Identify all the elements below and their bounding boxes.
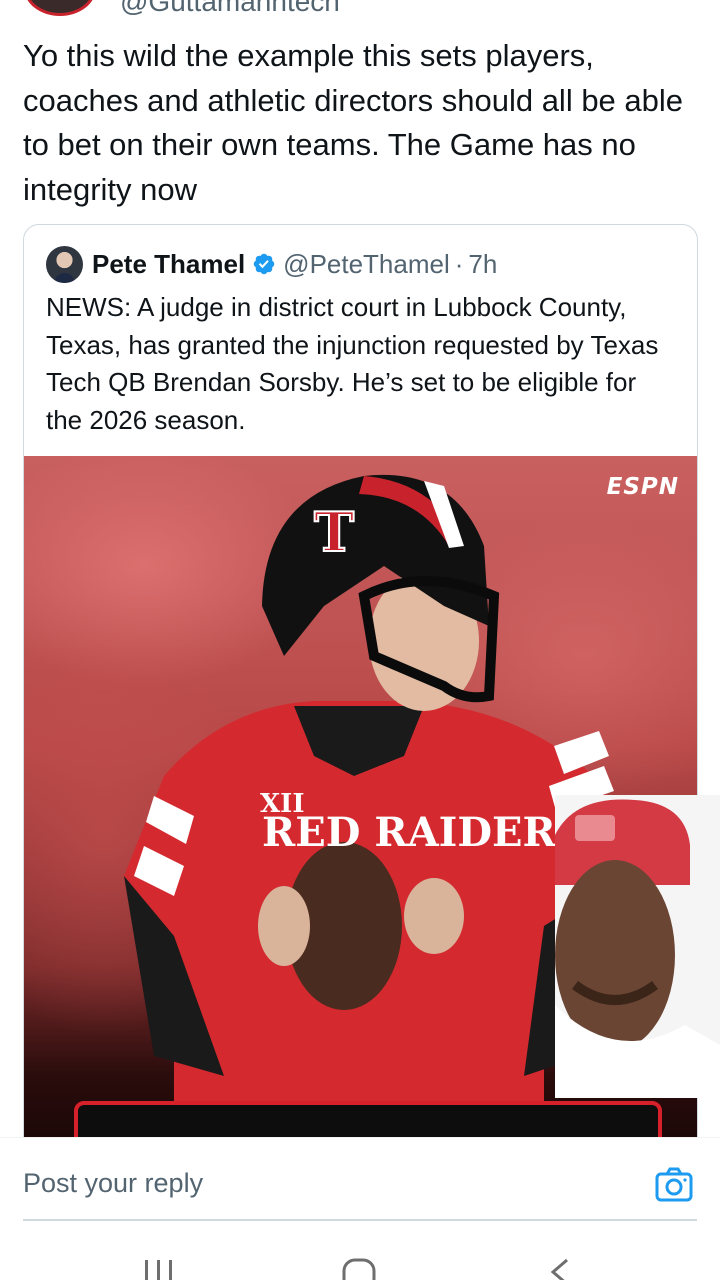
verified-badge-icon: [253, 253, 275, 275]
quoted-tweet-text: NEWS: A judge in district court in Lubbo…: [46, 292, 659, 435]
reply-divider: [23, 1219, 697, 1221]
reply-input[interactable]: Post your reply: [23, 1168, 203, 1199]
separator-dot: ·: [454, 248, 464, 279]
camera-overlay: [555, 795, 720, 1098]
svg-text:XII: XII: [260, 789, 305, 819]
quoted-tweet-time[interactable]: 7h: [468, 249, 497, 280]
author-handle[interactable]: @Guttamanntech: [120, 0, 340, 18]
tweet-text: Yo this wild the example this sets playe…: [23, 38, 684, 207]
svg-text:T: T: [314, 500, 354, 564]
quoted-author-name[interactable]: Pete Thamel: [92, 249, 245, 280]
author-avatar[interactable]: [24, 0, 96, 16]
espn-logo: ESPN: [606, 474, 679, 500]
quoted-author-avatar[interactable]: [46, 245, 83, 283]
quoted-tweet-header: Pete Thamel @PeteThamel · 7h: [46, 245, 497, 283]
quoted-author-handle[interactable]: @PeteThamel: [283, 249, 450, 280]
back-icon[interactable]: [547, 1258, 571, 1280]
recents-icon[interactable]: [144, 1258, 174, 1280]
camera-icon[interactable]: [654, 1165, 694, 1205]
home-icon[interactable]: [341, 1257, 377, 1280]
person-overlay-image: [555, 795, 720, 1098]
jersey-lettering: RED RAIDERS: [262, 809, 585, 856]
